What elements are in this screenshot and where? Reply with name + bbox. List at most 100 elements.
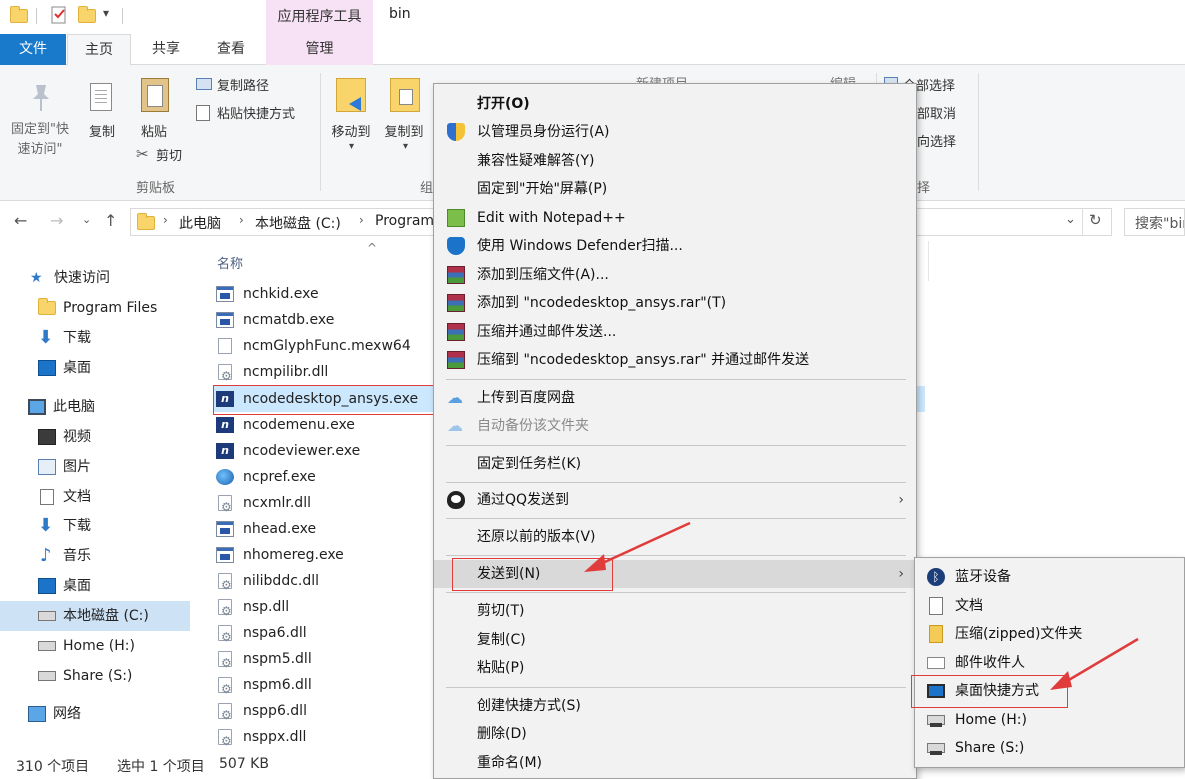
copy-to-dropdown-icon[interactable]: ▾ bbox=[403, 141, 408, 152]
contextual-tab-title: 应用程序工具 bbox=[266, 0, 373, 34]
menu-item-compress-to-rar-and-email[interactable]: 压缩到 "ncodedesktop_ansys.rar" 并通过邮件发送 bbox=[434, 346, 916, 374]
pictures-icon bbox=[38, 459, 56, 475]
address-dropdown-icon[interactable]: ⌄ bbox=[1065, 212, 1076, 227]
sidebar-item-home-drive[interactable]: Home (H:) bbox=[38, 631, 135, 661]
file-name: ncmatdb.exe bbox=[243, 312, 335, 328]
tab-file[interactable]: 文件 bbox=[0, 34, 66, 65]
status-item-count: 310 个项目 bbox=[16, 759, 90, 775]
menu-item-copy[interactable]: 复制(C) bbox=[434, 626, 916, 654]
quick-access-dropdown-icon[interactable]: ▾ bbox=[103, 6, 109, 20]
menu-item-rename[interactable]: 重命名(M) bbox=[434, 749, 916, 777]
menu-item-cut[interactable]: 剪切(T) bbox=[434, 597, 916, 625]
tab-home[interactable]: 主页 bbox=[67, 34, 131, 66]
sidebar-item-quick-access[interactable]: ★ 快速访问 bbox=[30, 263, 110, 293]
tab-manage[interactable]: 管理 bbox=[266, 34, 373, 65]
sidebar-item-desktop[interactable]: 桌面 bbox=[38, 353, 91, 383]
submenu-item-documents[interactable]: 文档 bbox=[915, 592, 1185, 620]
menu-item-edit-notepad-plus-plus[interactable]: Edit with Notepad++ bbox=[434, 204, 916, 232]
tab-view[interactable]: 查看 bbox=[200, 34, 262, 65]
new-folder-icon[interactable] bbox=[78, 6, 96, 24]
move-to-dropdown-icon[interactable]: ▾ bbox=[349, 141, 354, 152]
cut-button[interactable]: 剪切 bbox=[156, 145, 182, 164]
annotation-highlight-box bbox=[911, 675, 1068, 708]
dll-file-icon bbox=[218, 650, 232, 676]
forward-arrow-icon[interactable]: → bbox=[50, 211, 63, 230]
menu-item-compatibility[interactable]: 兼容性疑难解答(Y) bbox=[434, 147, 916, 175]
paste-button[interactable]: 粘贴 bbox=[134, 121, 174, 140]
menu-item-add-to-rar[interactable]: 添加到 "ncodedesktop_ansys.rar"(T) bbox=[434, 289, 916, 317]
file-name: nsp.dll bbox=[243, 599, 290, 615]
invert-selection-button[interactable]: 向选择 bbox=[917, 131, 956, 150]
up-arrow-icon[interactable]: ↑ bbox=[104, 211, 117, 230]
breadcrumb-this-pc[interactable]: 此电脑 bbox=[179, 213, 221, 233]
submenu-item-home-drive[interactable]: Home (H:) bbox=[915, 706, 1185, 734]
file-name: nilibddc.dll bbox=[243, 573, 320, 589]
menu-item-pin-to-start[interactable]: 固定到"开始"屏幕(P) bbox=[434, 175, 916, 203]
menu-item-upload-baidu[interactable]: ☁ 上传到百度网盘 bbox=[434, 384, 916, 412]
globe-icon bbox=[216, 469, 234, 485]
breadcrumb-separator-icon[interactable]: › bbox=[359, 213, 364, 227]
network-drive-icon bbox=[927, 715, 945, 727]
menu-item-defender-scan[interactable]: 使用 Windows Defender扫描... bbox=[434, 232, 916, 260]
sidebar-item-network[interactable]: 网络 bbox=[28, 699, 81, 729]
properties-icon[interactable] bbox=[50, 6, 68, 24]
select-none-button[interactable]: 部取消 bbox=[917, 103, 956, 122]
status-selected: 选中 1 个项目 bbox=[117, 759, 205, 775]
tab-share[interactable]: 共享 bbox=[135, 34, 197, 65]
copy-button[interactable]: 复制 bbox=[82, 121, 122, 140]
column-header-name[interactable]: 名称 bbox=[217, 253, 243, 272]
menu-item-send-via-qq[interactable]: 通过QQ发送到 › bbox=[434, 486, 916, 514]
sidebar-item-desktop-pc[interactable]: 桌面 bbox=[38, 571, 91, 601]
sidebar-item-downloads-pc[interactable]: ⬇ 下载 bbox=[38, 511, 91, 541]
dll-file-icon bbox=[218, 624, 232, 650]
submenu-item-zip-folder[interactable]: 压缩(zipped)文件夹 bbox=[915, 620, 1185, 648]
copy-to-button[interactable]: 复制到 bbox=[380, 121, 428, 140]
search-input[interactable]: 搜索"bin" bbox=[1124, 208, 1185, 236]
breadcrumb-local-disk[interactable]: 本地磁盘 (C:) bbox=[255, 213, 341, 233]
back-arrow-icon[interactable]: ← bbox=[14, 211, 27, 230]
breadcrumb-separator-icon[interactable]: › bbox=[163, 213, 168, 227]
folder-icon bbox=[137, 213, 155, 230]
documents-icon bbox=[929, 597, 943, 615]
menu-item-pin-to-taskbar[interactable]: 固定到任务栏(K) bbox=[434, 450, 916, 478]
sidebar-item-videos[interactable]: 视频 bbox=[38, 422, 91, 452]
copy-path-button[interactable]: 复制路径 bbox=[217, 75, 269, 94]
download-icon: ⬇ bbox=[38, 515, 54, 536]
menu-item-delete[interactable]: 删除(D) bbox=[434, 720, 916, 748]
submenu-item-bluetooth[interactable]: ᛒ 蓝牙设备 bbox=[915, 563, 1185, 591]
qq-icon bbox=[447, 491, 465, 509]
chevron-right-icon: › bbox=[898, 492, 904, 508]
sidebar-item-local-disk[interactable]: 本地磁盘 (C:) bbox=[0, 601, 190, 631]
file-name: ncmpilibr.dll bbox=[243, 364, 329, 380]
recent-locations-chevron-icon[interactable]: ⌄ bbox=[82, 213, 91, 226]
sidebar-item-share-drive[interactable]: Share (S:) bbox=[38, 661, 132, 691]
zip-folder-icon bbox=[929, 625, 943, 643]
sidebar-item-pictures[interactable]: 图片 bbox=[38, 452, 91, 482]
menu-item-open[interactable]: 打开(O) bbox=[434, 90, 916, 118]
menu-item-restore-previous-versions[interactable]: 还原以前的版本(V) bbox=[434, 523, 916, 551]
menu-item-create-shortcut[interactable]: 创建快捷方式(S) bbox=[434, 692, 916, 720]
mail-icon bbox=[927, 657, 945, 669]
breadcrumb-separator-icon[interactable]: › bbox=[239, 213, 244, 227]
paste-shortcut-button[interactable]: 粘贴快捷方式 bbox=[217, 103, 295, 122]
sidebar-item-downloads[interactable]: ⬇ 下载 bbox=[38, 323, 91, 353]
refresh-icon[interactable]: ↻ bbox=[1089, 211, 1102, 229]
menu-item-run-as-admin[interactable]: 以管理员身份运行(A) bbox=[434, 118, 916, 146]
menu-item-add-to-archive[interactable]: 添加到压缩文件(A)... bbox=[434, 261, 916, 289]
sidebar-item-program-files[interactable]: Program Files bbox=[38, 293, 157, 323]
file-name: nspp6.dll bbox=[243, 703, 307, 719]
move-to-button[interactable]: 移动到 bbox=[327, 121, 375, 140]
breadcrumb-program[interactable]: Program bbox=[375, 213, 434, 229]
submenu-item-mail-recipient[interactable]: 邮件收件人 bbox=[915, 649, 1185, 677]
file-name: nsppx.dll bbox=[243, 729, 307, 745]
dll-file-icon bbox=[218, 363, 232, 389]
clipboard-group-label: 剪贴板 bbox=[136, 181, 176, 196]
submenu-item-share-drive[interactable]: Share (S:) bbox=[915, 734, 1185, 762]
menu-item-paste[interactable]: 粘贴(P) bbox=[434, 654, 916, 682]
organize-group-label: 组 bbox=[420, 181, 434, 196]
sidebar-item-documents[interactable]: 文档 bbox=[38, 482, 91, 512]
menu-item-compress-and-email[interactable]: 压缩并通过邮件发送... bbox=[434, 318, 916, 346]
pin-to-quick-access-button[interactable]: 固定到"快 速访问" bbox=[4, 120, 76, 160]
sidebar-item-music[interactable]: ♪ 音乐 bbox=[38, 541, 91, 571]
sidebar-item-this-pc[interactable]: 此电脑 bbox=[28, 392, 95, 422]
